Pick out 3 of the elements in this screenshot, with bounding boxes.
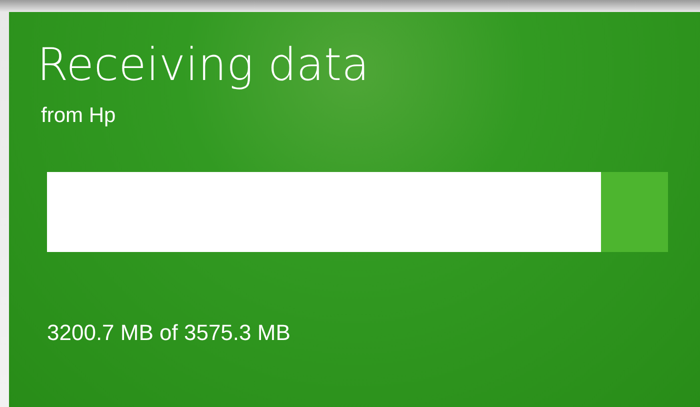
panel-title: Receiving data bbox=[37, 40, 370, 90]
source-label: from Hp bbox=[41, 104, 116, 128]
transfer-status: 3200.7 MB of 3575.3 MB bbox=[47, 320, 290, 346]
